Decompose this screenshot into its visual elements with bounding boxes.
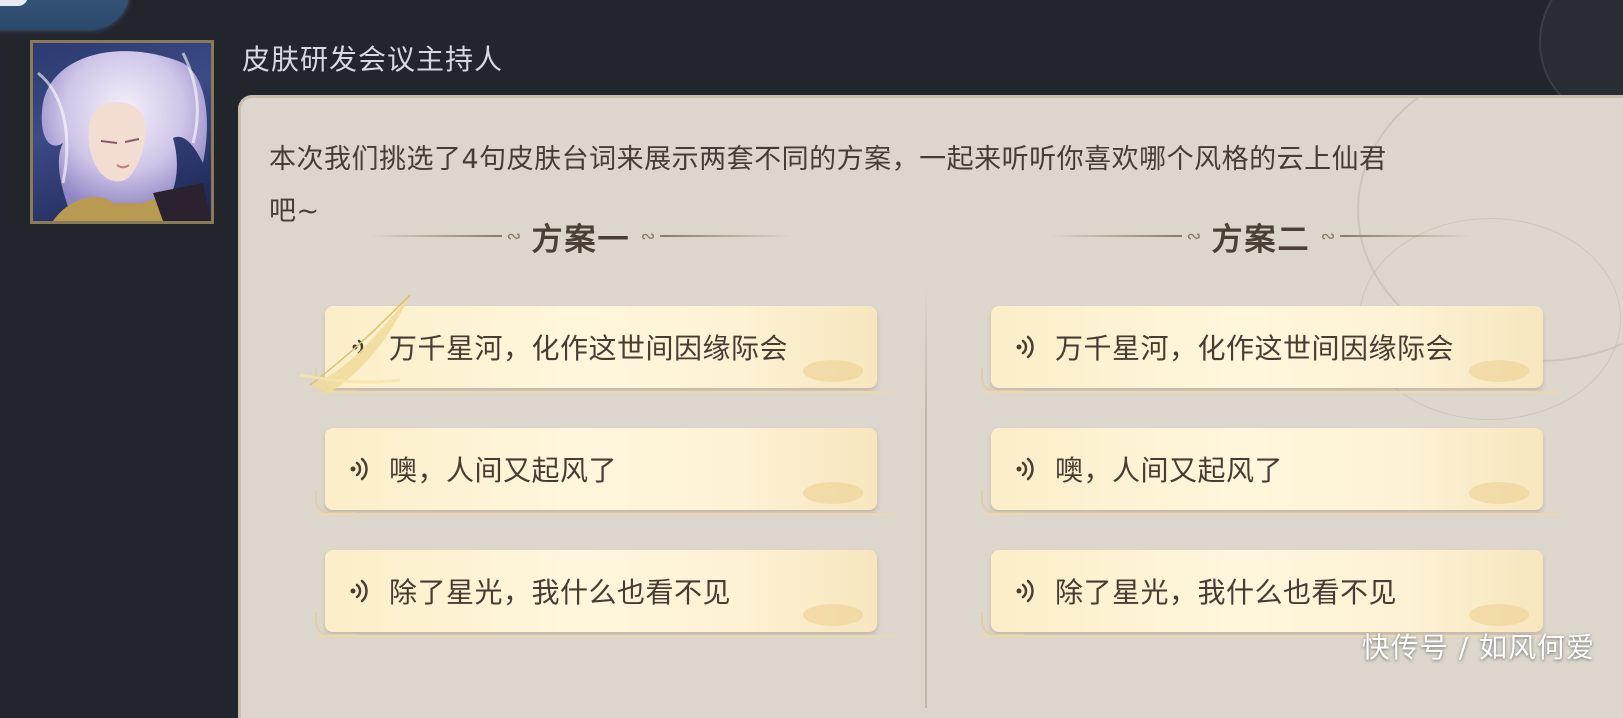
plan-divider (925, 288, 927, 708)
voice-line-text: 噢，人间又起风了 (1055, 454, 1284, 487)
ornament-line (1051, 235, 1183, 237)
card-curl-decoration (981, 490, 1023, 514)
plan-1-voice-line-3[interactable]: 除了星光，我什么也看不见 (315, 550, 895, 638)
plan-2-voice-line-2[interactable]: 噢，人间又起风了 (981, 428, 1561, 516)
card-curl-decoration (981, 368, 1023, 392)
card-curl-decoration (315, 612, 357, 636)
dialog-panel: 本次我们挑选了4句皮肤台词来展示两套不同的方案，一起来听听你喜欢哪个风格的云上仙… (238, 95, 1623, 718)
plan-2-header: ∾ 方案二 ∾ (1051, 214, 1471, 258)
card-glow-decoration (1469, 360, 1529, 382)
plan-2-title: 方案二 (1211, 221, 1311, 258)
top-tab[interactable] (0, 0, 130, 30)
voice-play-icon[interactable] (345, 574, 379, 608)
voice-play-icon[interactable] (1011, 452, 1045, 486)
voice-play-icon[interactable] (1011, 574, 1045, 608)
voice-line-text: 万千星河，化作这世间因缘际会 (389, 332, 789, 365)
speaker-name: 皮肤研发会议主持人 (242, 43, 504, 76)
ornament-line (659, 235, 791, 237)
card-curl-decoration (315, 490, 357, 514)
card-underline-decoration (315, 391, 895, 394)
ornament-line (371, 235, 503, 237)
voice-play-icon[interactable] (1011, 330, 1045, 364)
card-underline-decoration (315, 513, 895, 516)
character-portrait-icon (37, 51, 211, 221)
card-curl-decoration (315, 368, 357, 392)
voice-line-text: 除了星光，我什么也看不见 (1055, 576, 1398, 609)
ornament-icon: ∾ (506, 225, 522, 247)
watermark: 快传号 / 如风何爱 (1361, 631, 1595, 664)
speaker-avatar (30, 40, 214, 224)
voice-line-text: 万千星河，化作这世间因缘际会 (1055, 332, 1455, 365)
plan-1-header: ∾ 方案一 ∾ (371, 214, 791, 258)
plan-2-voice-line-3[interactable]: 除了星光，我什么也看不见 (981, 550, 1561, 638)
voice-line-text: 噢，人间又起风了 (389, 454, 618, 487)
ornament-icon: ∾ (1320, 225, 1336, 247)
ornament-icon: ∾ (640, 225, 656, 247)
card-curl-decoration (981, 612, 1023, 636)
plan-1-title: 方案一 (531, 221, 631, 258)
plan-1-voice-line-2[interactable]: 噢，人间又起风了 (315, 428, 895, 516)
voice-line-text: 除了星光，我什么也看不见 (389, 576, 732, 609)
top-tab-inner (0, 0, 28, 6)
voice-play-icon[interactable] (345, 452, 379, 486)
ornament-icon: ∾ (1186, 225, 1202, 247)
card-underline-decoration (981, 391, 1561, 394)
ornament-line (1339, 235, 1471, 237)
card-glow-decoration (1469, 604, 1529, 626)
card-glow-decoration (803, 604, 863, 626)
intro-line-1: 本次我们挑选了4句皮肤台词来展示两套不同的方案，一起来听听你喜欢哪个风格的云上仙… (269, 144, 1387, 175)
card-glow-decoration (1469, 482, 1529, 504)
voice-play-icon[interactable] (345, 330, 379, 364)
card-glow-decoration (803, 482, 863, 504)
card-underline-decoration (981, 513, 1561, 516)
plan-1-voice-line-1[interactable]: 万千星河，化作这世间因缘际会 (315, 306, 895, 394)
plan-2-voice-line-1[interactable]: 万千星河，化作这世间因缘际会 (981, 306, 1561, 394)
card-glow-decoration (803, 360, 863, 382)
card-underline-decoration (315, 635, 895, 638)
